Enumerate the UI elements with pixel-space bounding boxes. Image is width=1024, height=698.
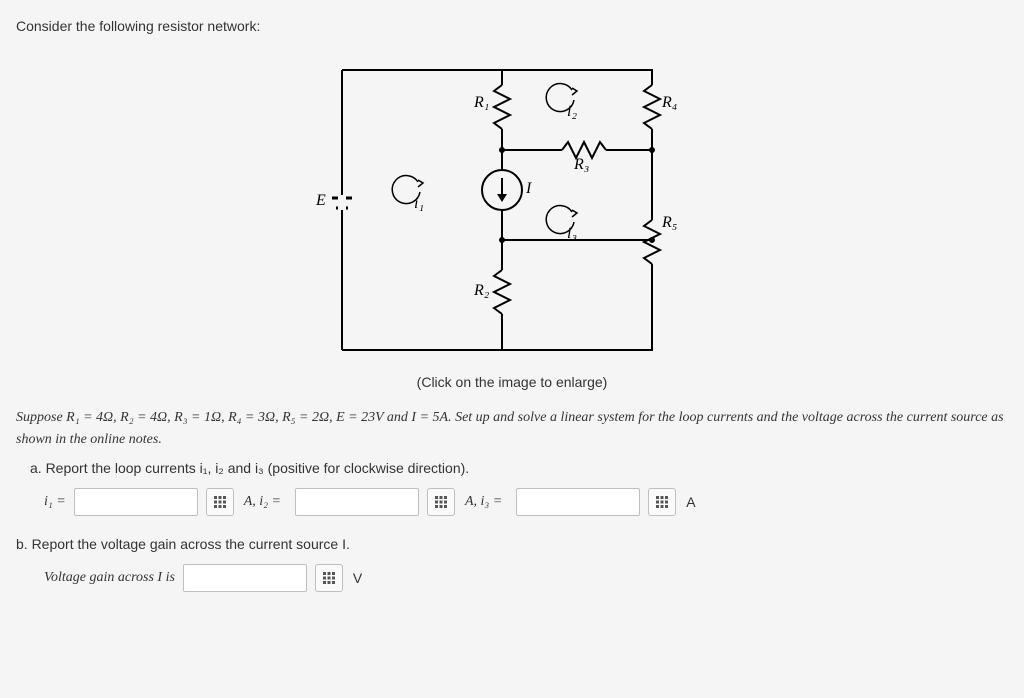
label-R1: R₁: [474, 94, 489, 112]
intro-text: Consider the following resistor network:: [16, 18, 1008, 34]
i3-label: A, i₃ =: [465, 494, 502, 510]
voltage-input[interactable]: [183, 564, 307, 592]
voltage-unit: V: [353, 570, 362, 586]
suppose-text: Suppose R₁ = 4Ω, R₂ = 4Ω, R₃ = 1Ω, R₄ = …: [16, 406, 1008, 450]
circuit-svg: [302, 50, 722, 370]
i2-label: A, i₂ =: [244, 494, 281, 510]
label-I: I: [526, 180, 531, 198]
label-i3: i₃: [567, 225, 577, 243]
keypad-icon[interactable]: [427, 488, 455, 516]
label-R5: R₅: [662, 214, 677, 232]
label-R4: R₄: [662, 94, 677, 112]
label-R3: R₃: [574, 156, 589, 174]
enlarge-hint: (Click on the image to enlarge): [417, 374, 608, 390]
keypad-icon[interactable]: [648, 488, 676, 516]
label-E: E: [316, 192, 326, 210]
label-i2: i₂: [567, 103, 577, 121]
part-b-text: b. Report the voltage gain across the cu…: [16, 536, 1008, 552]
part-a-text: a. Report the loop currents i₁, i₂ and i…: [30, 460, 1008, 476]
problem-container: Consider the following resistor network:: [16, 18, 1008, 592]
answers-part-a: i₁ = A, i₂ = A, i₃ = A: [44, 488, 1008, 516]
i1-input[interactable]: [74, 488, 198, 516]
circuit-diagram[interactable]: E i₁ I R₁ R₂ R₃ R₄ R₅ i₂ i₃: [302, 50, 722, 370]
end-unit-a: A: [686, 494, 695, 510]
label-i1: i₁: [414, 195, 424, 213]
label-R2: R₂: [474, 282, 489, 300]
keypad-icon[interactable]: [206, 488, 234, 516]
i2-input[interactable]: [295, 488, 419, 516]
answers-part-b: Voltage gain across I is V: [44, 564, 1008, 592]
keypad-icon[interactable]: [315, 564, 343, 592]
diagram-wrapper: E i₁ I R₁ R₂ R₃ R₄ R₅ i₂ i₃ (Click on th…: [16, 44, 1008, 394]
voltage-label: Voltage gain across I is: [44, 570, 175, 586]
i1-label: i₁ =: [44, 494, 66, 510]
i3-input[interactable]: [516, 488, 640, 516]
